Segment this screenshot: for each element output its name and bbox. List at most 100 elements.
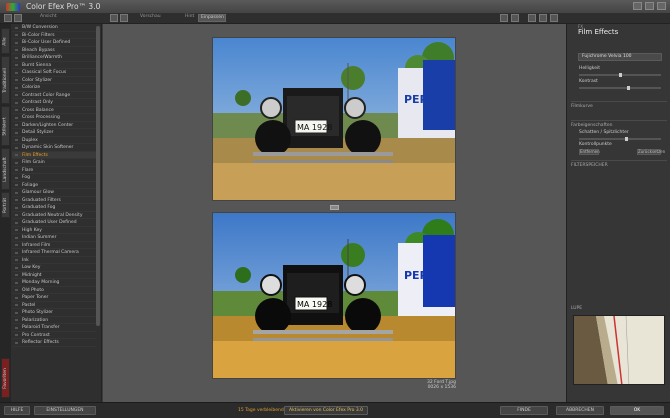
app-logo-icon [6, 2, 20, 11]
filter-item[interactable]: B/W Conversion [12, 24, 96, 32]
filter-item[interactable]: Dynamic Skin Softener [12, 144, 96, 152]
shadows-slider-knob[interactable] [625, 137, 628, 141]
close-icon[interactable] [657, 2, 666, 10]
filter-item[interactable]: Burnt Sienna [12, 62, 96, 69]
filter-item[interactable]: Flare [12, 167, 96, 174]
tab-landscape-label: Landschaft [3, 156, 9, 182]
section-history[interactable]: FILTERSPEICHER [571, 160, 667, 168]
filter-item[interactable]: Graduated User Defined [12, 219, 96, 227]
filter-item[interactable]: Darken/Lighten Center [12, 122, 96, 129]
filter-item[interactable]: Graduated Fog [12, 204, 96, 212]
filter-settings-panel: FX Film Effects Fujichrome Velvia 100 He… [566, 24, 670, 402]
grid-view-icon[interactable] [4, 14, 12, 22]
filter-item[interactable]: Infrared Film [12, 242, 96, 249]
preview-before-image: PEPSI MA 1928 [212, 37, 456, 201]
shadows-slider[interactable] [579, 137, 661, 141]
split-divider-handle[interactable] [330, 205, 339, 210]
filter-item[interactable]: Detail Stylizer [12, 129, 96, 137]
minimize-icon[interactable] [633, 2, 642, 10]
filter-item[interactable]: Brilliance/Warmth [12, 54, 96, 62]
tab-favorites[interactable]: Favoriten [1, 358, 10, 398]
tab-all[interactable]: Alle [1, 28, 10, 54]
settings-button[interactable]: EINSTELLUNGEN [34, 406, 96, 415]
image-caption: 32 Ford T.jpg 0026 x 1536 [427, 380, 456, 390]
view-label: Ansicht [40, 14, 57, 19]
activate-button[interactable]: Aktivieren von Color Efex Pro 3.0 [284, 406, 368, 415]
filter-item[interactable]: Reflector Effects [12, 339, 96, 347]
maximize-icon[interactable] [645, 2, 654, 10]
filter-item[interactable]: Pastel [12, 302, 96, 309]
panel-title: Film Effects [578, 28, 619, 36]
filter-item[interactable]: Old Photo [12, 287, 96, 294]
bg-gray-icon[interactable] [550, 14, 558, 22]
tab-traditional[interactable]: Traditionell [1, 56, 10, 104]
tab-stylized[interactable]: Stilisiert [1, 106, 10, 146]
hand-tool-icon[interactable] [500, 14, 508, 22]
toolbar: Ansicht Vorschau Hint Einpassen [0, 13, 670, 24]
brightness-slider-knob[interactable] [619, 73, 622, 77]
filter-item[interactable]: Ink [12, 257, 96, 264]
filter-item[interactable]: Colorize [12, 84, 96, 92]
filter-item[interactable]: Low Key [12, 264, 96, 272]
find-button[interactable]: FINDE [500, 406, 548, 415]
bg-black-icon[interactable] [539, 14, 547, 22]
brightness-slider[interactable] [579, 73, 661, 77]
contrast-slider[interactable] [579, 86, 661, 90]
help-button[interactable]: HILFE [4, 406, 30, 415]
zoom-tool-icon[interactable] [511, 14, 519, 22]
remove-point-button[interactable]: Entfernen [579, 149, 600, 155]
tab-landscape[interactable]: Landschaft [1, 148, 10, 190]
ok-button[interactable]: OK [610, 406, 664, 415]
filter-item[interactable]: Cross Processing [12, 114, 96, 122]
preview-after-image: PEPSI MA 1928 [212, 212, 456, 379]
filter-item[interactable]: Monday Morning [12, 279, 96, 287]
loupe-label: LUPE [571, 306, 583, 311]
filter-item[interactable]: Indian Summer [12, 234, 96, 242]
list-view-icon[interactable] [14, 14, 22, 22]
filter-item[interactable]: Classical Soft Focus [12, 69, 96, 77]
zoom-label: Vorschau [140, 14, 161, 19]
filter-item[interactable]: Bi-Color Filters [12, 32, 96, 39]
filter-item[interactable]: Pro Contrast [12, 332, 96, 339]
split-view-icon[interactable] [120, 14, 128, 22]
filter-item[interactable]: Bleach Bypass [12, 47, 96, 54]
cancel-button[interactable]: ABBRECHEN [556, 406, 604, 415]
sign-brand-text-after: PEPSI [404, 269, 440, 282]
bg-white-icon[interactable] [528, 14, 536, 22]
control-points-label: Kontrollpunkte [579, 142, 612, 147]
filter-item[interactable]: Film Effects [12, 151, 96, 159]
title-bar: Color Efex Pro™ 3.0 [0, 0, 670, 13]
filter-item[interactable]: Film Grain [12, 159, 96, 167]
filter-item[interactable]: Foliage [12, 182, 96, 189]
contrast-slider-knob[interactable] [627, 86, 630, 90]
filter-item[interactable]: Graduated Neutral Density [12, 212, 96, 219]
filter-item[interactable]: Infrared Thermal Camera [12, 249, 96, 257]
category-tabs: Alle Traditionell Stilisiert Landschaft … [0, 24, 11, 402]
window-title: Color Efex Pro™ 3.0 [26, 2, 101, 11]
filter-item[interactable]: Polaroid Transfer [12, 324, 96, 332]
license-plate-text: MA 1928 [297, 123, 332, 132]
section-color-properties-label: Farbeigenschaften [571, 123, 613, 128]
filter-item[interactable]: Color Stylizer [12, 77, 96, 84]
filter-item[interactable]: Glamour Glow [12, 189, 96, 197]
film-preset-select[interactable]: Fujichrome Velvia 100 [578, 53, 662, 61]
trial-days-text: 15 Tage verbleibend [238, 408, 284, 413]
filter-item[interactable]: Duplex [12, 137, 96, 144]
filter-item[interactable]: Bi-Color User Defined [12, 39, 96, 47]
filter-item[interactable]: Contrast Only [12, 99, 96, 107]
tab-portrait[interactable]: Porträt [1, 192, 10, 218]
filter-item[interactable]: High Key [12, 227, 96, 234]
filter-item[interactable]: Graduated Filters [12, 197, 96, 204]
zoom-select[interactable]: Einpassen [198, 14, 226, 22]
reset-point-button[interactable]: Zurücksetzen [637, 149, 665, 155]
filter-item[interactable]: Fog [12, 174, 96, 182]
filter-item[interactable]: Midnight [12, 272, 96, 279]
filter-item[interactable]: Contrast Color Range [12, 92, 96, 99]
filter-item[interactable]: Paper Toner [12, 294, 96, 302]
license-plate-text-after: MA 1928 [297, 300, 332, 309]
filter-item[interactable]: Cross Balance [12, 107, 96, 114]
filter-list-scrollbar[interactable] [96, 26, 100, 326]
single-view-icon[interactable] [110, 14, 118, 22]
filter-item[interactable]: Polarization [12, 317, 96, 324]
filter-item[interactable]: Photo Stylizer [12, 309, 96, 317]
